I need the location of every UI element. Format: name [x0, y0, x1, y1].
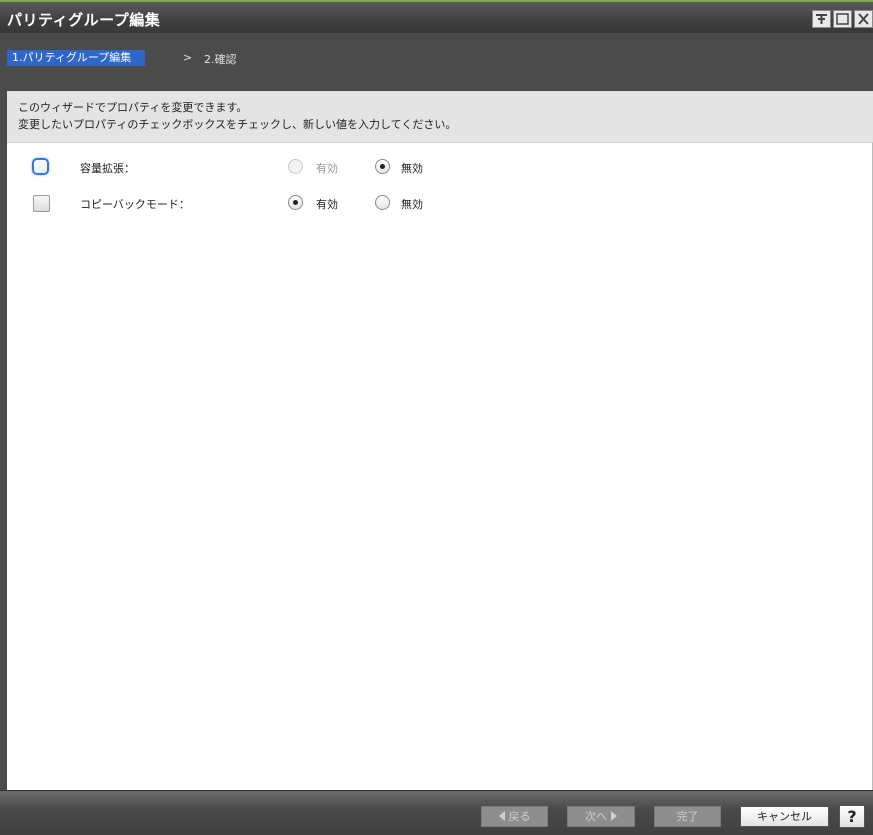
description-line-1: このウィザードでプロパティを変更できます。 [18, 101, 248, 114]
next-button[interactable]: 次へ [567, 806, 635, 827]
finish-button[interactable]: 完了 [654, 806, 721, 827]
capacity-expansion-disabled-label: 無効 [401, 162, 423, 175]
capacity-expansion-enabled-label: 有効 [316, 162, 338, 175]
form-area [7, 143, 873, 790]
cancel-button-label: キャンセル [757, 810, 812, 823]
capacity-expansion-enabled-radio[interactable] [288, 159, 303, 174]
copy-back-mode-disabled-radio[interactable] [375, 195, 390, 210]
next-button-label: 次へ [585, 810, 607, 823]
close-icon[interactable] [854, 10, 873, 28]
description-panel: このウィザードでプロパティを変更できます。 変更したいプロパティのチェックボック… [7, 91, 873, 143]
step-confirm: 2.確認 [204, 53, 237, 66]
capacity-expansion-checkbox[interactable] [32, 158, 49, 175]
cancel-button[interactable]: キャンセル [740, 806, 829, 827]
pin-icon[interactable] [812, 10, 831, 28]
copy-back-mode-label: コピーバックモード： [80, 198, 190, 211]
left-border [0, 91, 7, 791]
radio-selected-dot [293, 200, 298, 205]
maximize-icon[interactable] [833, 10, 852, 28]
radio-selected-dot [380, 164, 385, 169]
finish-button-label: 完了 [676, 810, 699, 823]
window-title: パリティグループ編集 [7, 11, 161, 29]
chevron-left-icon [498, 811, 505, 821]
copy-back-mode-enabled-label: 有効 [316, 198, 338, 211]
help-icon: ? [847, 807, 857, 826]
help-button[interactable]: ? [839, 805, 865, 828]
step-separator: > [183, 51, 193, 64]
title-bar: パリティグループ編集 [0, 0, 873, 33]
capacity-expansion-label: 容量拡張： [80, 162, 135, 175]
back-button-label: 戻る [508, 810, 531, 823]
chevron-right-icon [611, 811, 617, 821]
copy-back-mode-checkbox[interactable] [33, 195, 50, 212]
copy-back-mode-disabled-label: 無効 [401, 198, 423, 211]
copy-back-mode-enabled-radio[interactable] [288, 195, 303, 210]
capacity-expansion-disabled-radio[interactable] [375, 159, 390, 174]
description-line-2: 変更したいプロパティのチェックボックスをチェックし、新しい値を入力してください。 [18, 118, 457, 131]
back-button[interactable]: 戻る [481, 806, 548, 827]
step-current: 1.パリティグループ編集 [7, 50, 146, 66]
